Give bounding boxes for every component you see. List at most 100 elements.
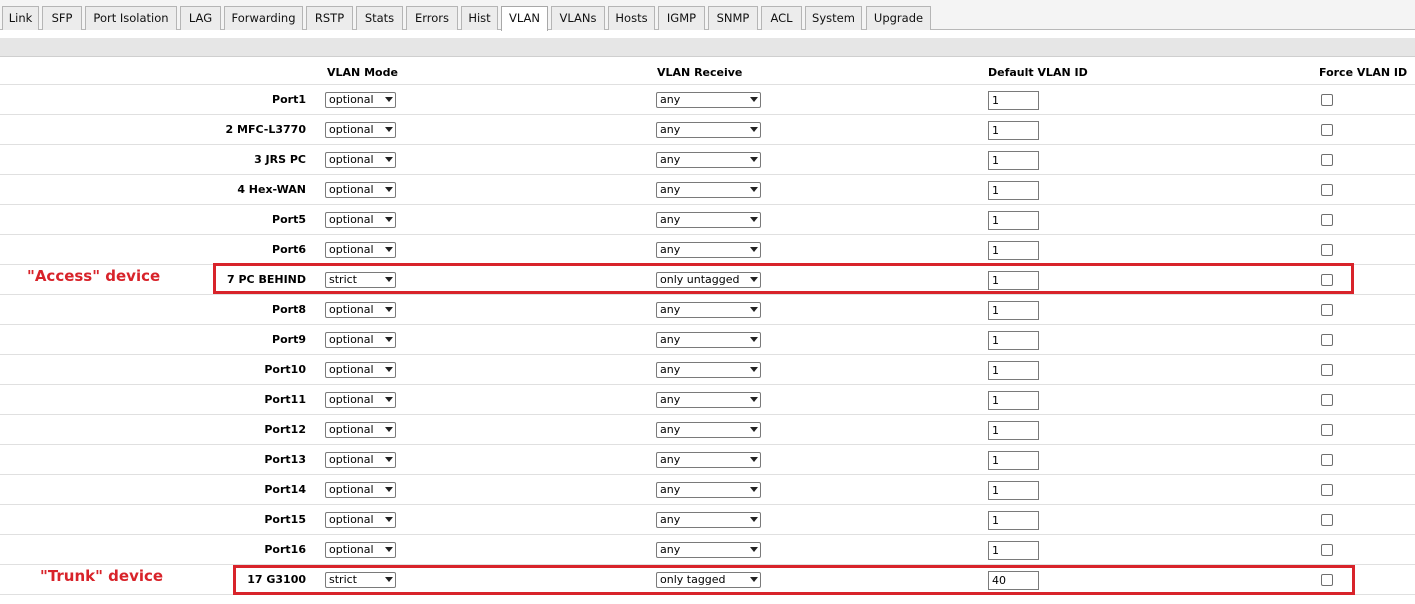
chevron-down-icon	[385, 487, 393, 492]
tab-errors[interactable]: Errors	[406, 6, 458, 30]
default-vlan-id-input[interactable]: 1	[988, 211, 1039, 230]
tab-acl[interactable]: ACL	[761, 6, 802, 30]
vlan-receive-select[interactable]: any	[656, 542, 761, 558]
vlan-receive-value: any	[660, 393, 681, 406]
tab-rstp[interactable]: RSTP	[306, 6, 353, 30]
vlan-receive-select[interactable]: any	[656, 512, 761, 528]
tab-hist[interactable]: Hist	[461, 6, 498, 30]
tab-hosts[interactable]: Hosts	[608, 6, 655, 30]
vlan-mode-select[interactable]: optional	[325, 182, 396, 198]
vlan-mode-value: optional	[329, 333, 374, 346]
chevron-down-icon	[750, 97, 758, 102]
force-vlan-id-checkbox[interactable]	[1321, 124, 1333, 136]
force-vlan-id-checkbox[interactable]	[1321, 394, 1333, 406]
vlan-mode-select[interactable]: optional	[325, 332, 396, 348]
chevron-down-icon	[385, 367, 393, 372]
port-name: 2 MFC-L3770	[225, 123, 306, 136]
vlan-mode-select[interactable]: optional	[325, 482, 396, 498]
vlan-receive-value: any	[660, 213, 681, 226]
default-vlan-id-input[interactable]: 1	[988, 481, 1039, 500]
force-vlan-id-checkbox[interactable]	[1321, 364, 1333, 376]
tab-forwarding[interactable]: Forwarding	[224, 6, 303, 30]
force-vlan-id-checkbox[interactable]	[1321, 244, 1333, 256]
vlan-receive-select[interactable]: any	[656, 182, 761, 198]
default-vlan-id-input[interactable]: 1	[988, 331, 1039, 350]
vlan-mode-select[interactable]: optional	[325, 362, 396, 378]
vlan-mode-select[interactable]: optional	[325, 302, 396, 318]
default-vlan-id-input[interactable]: 1	[988, 361, 1039, 380]
vlan-receive-select[interactable]: any	[656, 122, 761, 138]
vlan-mode-select[interactable]: optional	[325, 212, 396, 228]
force-vlan-id-checkbox[interactable]	[1321, 304, 1333, 316]
access-device-annotation: "Access" device	[27, 267, 161, 285]
vlan-mode-select[interactable]: optional	[325, 542, 396, 558]
default-vlan-id-input[interactable]: 1	[988, 151, 1039, 170]
chevron-down-icon	[385, 157, 393, 162]
force-vlan-id-checkbox[interactable]	[1321, 214, 1333, 226]
vlan-receive-select[interactable]: any	[656, 302, 761, 318]
vlan-receive-value: any	[660, 303, 681, 316]
vlan-mode-select[interactable]: optional	[325, 122, 396, 138]
tab-vlans[interactable]: VLANs	[551, 6, 605, 30]
vlan-mode-value: optional	[329, 303, 374, 316]
default-vlan-id-input[interactable]: 1	[988, 241, 1039, 260]
chevron-down-icon	[385, 337, 393, 342]
force-vlan-id-checkbox[interactable]	[1321, 514, 1333, 526]
tab-system[interactable]: System	[805, 6, 862, 30]
force-vlan-id-checkbox[interactable]	[1321, 424, 1333, 436]
vlan-receive-select[interactable]: any	[656, 212, 761, 228]
tab-stats[interactable]: Stats	[356, 6, 403, 30]
tab-igmp[interactable]: IGMP	[658, 6, 705, 30]
port-name: Port8	[272, 303, 306, 316]
tab-upgrade[interactable]: Upgrade	[866, 6, 931, 30]
vlan-receive-select[interactable]: any	[656, 92, 761, 108]
tab-link[interactable]: Link	[2, 6, 39, 30]
force-vlan-id-checkbox[interactable]	[1321, 484, 1333, 496]
vlan-mode-value: optional	[329, 423, 374, 436]
vlan-mode-select[interactable]: optional	[325, 92, 396, 108]
tab-snmp[interactable]: SNMP	[708, 6, 758, 30]
table-row: Port8 optional any 1	[0, 295, 1415, 325]
vlan-receive-select[interactable]: any	[656, 362, 761, 378]
vlan-mode-select[interactable]: optional	[325, 452, 396, 468]
default-vlan-id-input[interactable]: 1	[988, 181, 1039, 200]
chevron-down-icon	[385, 97, 393, 102]
chevron-down-icon	[385, 247, 393, 252]
port-name: Port13	[264, 453, 306, 466]
default-vlan-id-input[interactable]: 1	[988, 121, 1039, 140]
force-vlan-id-checkbox[interactable]	[1321, 154, 1333, 166]
vlan-mode-select[interactable]: optional	[325, 512, 396, 528]
default-vlan-id-input[interactable]: 1	[988, 301, 1039, 320]
chevron-down-icon	[750, 487, 758, 492]
vlan-mode-value: optional	[329, 393, 374, 406]
default-vlan-id-input[interactable]: 1	[988, 421, 1039, 440]
default-vlan-id-input[interactable]: 1	[988, 451, 1039, 470]
default-vlan-id-input[interactable]: 1	[988, 511, 1039, 530]
table-row: Port13 optional any 1	[0, 445, 1415, 475]
vlan-mode-select[interactable]: optional	[325, 152, 396, 168]
vlan-receive-select[interactable]: any	[656, 422, 761, 438]
default-vlan-id-input[interactable]: 1	[988, 391, 1039, 410]
vlan-receive-select[interactable]: any	[656, 392, 761, 408]
vlan-mode-select[interactable]: optional	[325, 242, 396, 258]
tab-sfp[interactable]: SFP	[42, 6, 82, 30]
vlan-receive-select[interactable]: any	[656, 452, 761, 468]
force-vlan-id-checkbox[interactable]	[1321, 94, 1333, 106]
vlan-mode-select[interactable]: optional	[325, 392, 396, 408]
vlan-mode-value: optional	[329, 183, 374, 196]
force-vlan-id-checkbox[interactable]	[1321, 454, 1333, 466]
tab-port-isolation[interactable]: Port Isolation	[85, 6, 177, 30]
force-vlan-id-checkbox[interactable]	[1321, 544, 1333, 556]
vlan-receive-select[interactable]: any	[656, 332, 761, 348]
default-vlan-id-input[interactable]: 1	[988, 541, 1039, 560]
tab-lag[interactable]: LAG	[180, 6, 221, 30]
vlan-mode-select[interactable]: optional	[325, 422, 396, 438]
default-vlan-id-input[interactable]: 1	[988, 91, 1039, 110]
vlan-receive-select[interactable]: any	[656, 152, 761, 168]
vlan-receive-select[interactable]: any	[656, 242, 761, 258]
vlan-mode-value: optional	[329, 123, 374, 136]
force-vlan-id-checkbox[interactable]	[1321, 184, 1333, 196]
force-vlan-id-checkbox[interactable]	[1321, 334, 1333, 346]
tab-vlan[interactable]: VLAN	[501, 6, 548, 31]
vlan-receive-select[interactable]: any	[656, 482, 761, 498]
